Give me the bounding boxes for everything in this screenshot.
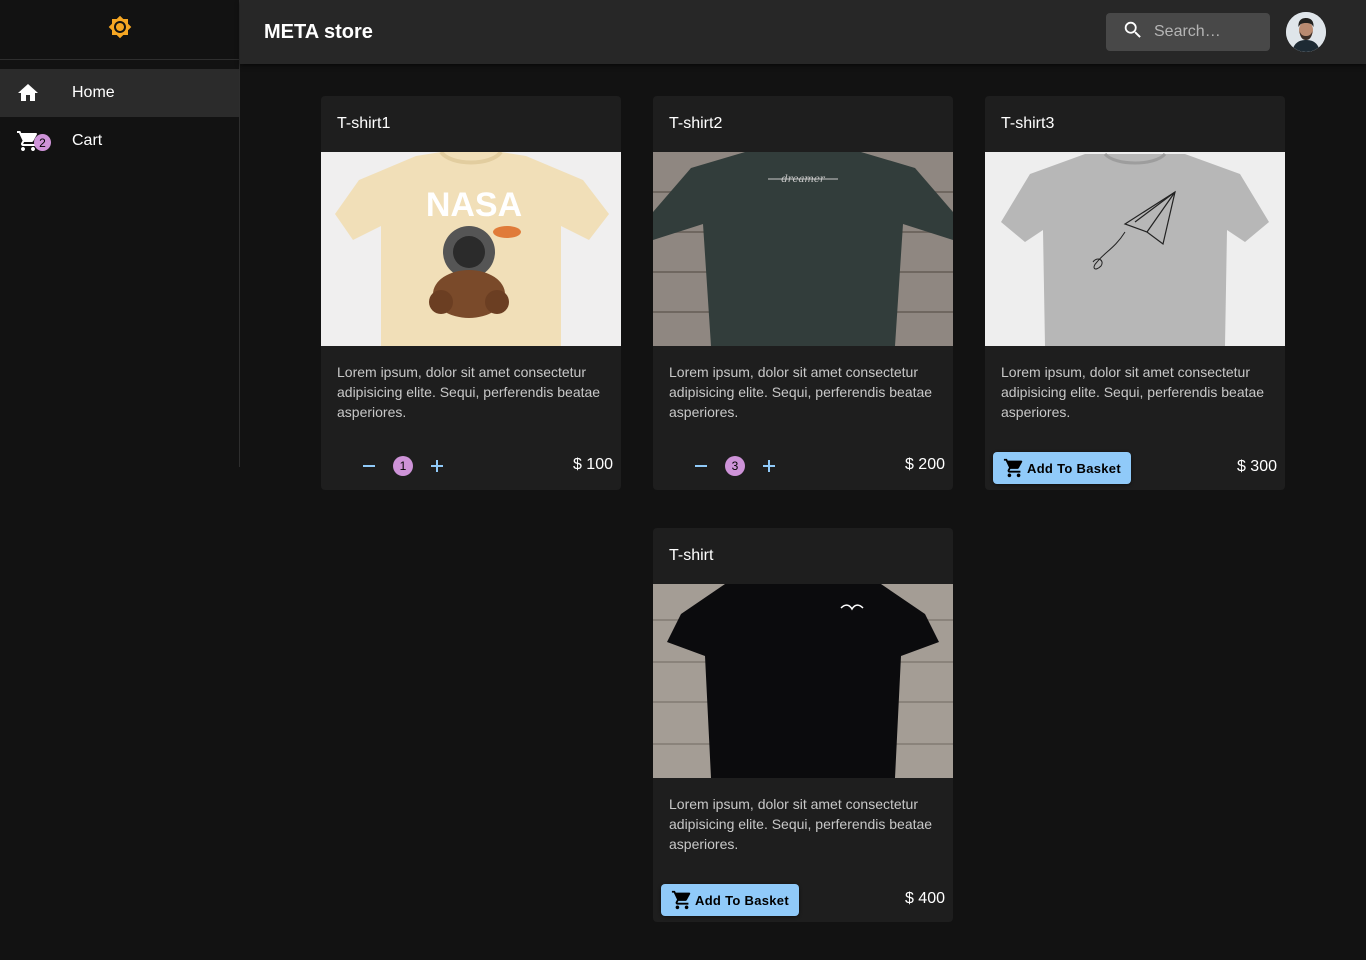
product-description: Lorem ipsum, dolor sit amet consectetur … <box>337 364 601 420</box>
product-description: Lorem ipsum, dolor sit amet consectetur … <box>669 364 933 420</box>
minus-icon <box>363 465 375 467</box>
product-title: T-shirt2 <box>669 115 723 132</box>
sidebar-item-home[interactable]: Home <box>0 69 239 117</box>
product-card: T-shirt Lorem ipsum, dolor sit amet cons… <box>653 528 953 922</box>
cart-icon: 2 <box>16 129 51 153</box>
add-to-basket-label: Add To Basket <box>1027 460 1121 476</box>
svg-text:NASA: NASA <box>426 186 522 224</box>
quantity-badge: 1 <box>393 456 413 476</box>
app-bar: META store <box>240 0 1366 64</box>
cart-count-badge: 2 <box>34 134 51 151</box>
product-price: $ 400 <box>904 890 945 907</box>
add-to-basket-button[interactable]: Add To Basket <box>993 452 1131 484</box>
card-actions: 3 $ 200 <box>653 442 953 490</box>
minus-icon <box>695 465 707 467</box>
increase-quantity-button[interactable] <box>753 450 785 482</box>
add-to-basket-label: Add To Basket <box>695 892 789 908</box>
product-card: T-shirt3 Lorem ipsum, dolor sit amet con… <box>985 96 1285 490</box>
add-to-basket-button[interactable]: Add To Basket <box>661 884 799 916</box>
plus-icon <box>431 460 443 472</box>
product-title: T-shirt3 <box>1001 115 1055 132</box>
cart-icon <box>671 890 691 910</box>
app-title: META store <box>264 20 373 43</box>
brightness-toggle-icon[interactable] <box>108 15 132 44</box>
sidebar-item-cart[interactable]: 2 Cart <box>0 117 239 165</box>
product-price: $ 100 <box>572 456 613 473</box>
product-image: NASA <box>321 152 621 346</box>
product-price: $ 300 <box>1236 458 1277 475</box>
product-description: Lorem ipsum, dolor sit amet consectetur … <box>1001 364 1265 420</box>
product-price: $ 200 <box>904 456 945 473</box>
product-card: T-shirt2 dreamer Lorem ipsum, dolor sit … <box>653 96 953 490</box>
home-icon <box>16 81 40 105</box>
quantity-stepper: 1 <box>353 450 453 482</box>
svg-text:dreamer: dreamer <box>781 174 825 185</box>
product-image <box>653 584 953 778</box>
sidebar-item-label: Cart <box>72 132 103 149</box>
quantity-stepper: 3 <box>685 450 785 482</box>
cart-icon <box>1003 458 1023 478</box>
card-actions: Add To Basket $ 400 <box>653 874 953 922</box>
product-title: T-shirt1 <box>337 115 391 132</box>
plus-icon <box>763 460 775 472</box>
product-card: T-shirt1 NASA Lorem ipsum, dolor sit ame… <box>321 96 621 490</box>
product-description: Lorem ipsum, dolor sit amet consectetur … <box>669 796 933 852</box>
search-icon <box>1122 19 1144 46</box>
avatar[interactable] <box>1286 12 1326 52</box>
increase-quantity-button[interactable] <box>421 450 453 482</box>
decrease-quantity-button[interactable] <box>685 450 717 482</box>
product-title: T-shirt <box>669 547 714 564</box>
search-input[interactable] <box>1154 23 1264 41</box>
card-actions: Add To Basket $ 300 <box>985 442 1285 490</box>
decrease-quantity-button[interactable] <box>353 450 385 482</box>
sidebar-item-label: Home <box>72 84 115 101</box>
sidebar: Home 2 Cart <box>0 0 240 467</box>
sidebar-header <box>0 0 239 60</box>
search-box[interactable] <box>1106 13 1270 51</box>
quantity-badge: 3 <box>725 456 745 476</box>
product-image: dreamer <box>653 152 953 346</box>
card-actions: 1 $ 100 <box>321 442 621 490</box>
product-image <box>985 152 1285 346</box>
